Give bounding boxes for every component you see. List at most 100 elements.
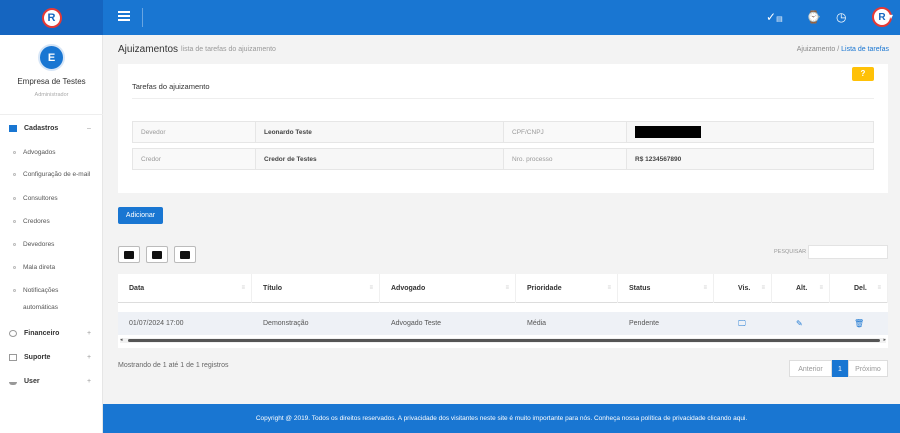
info-label: CPF/CNPJ [503, 121, 627, 143]
info-row: Credor Credor de Testes Nro. processo R$… [132, 148, 874, 170]
redaction-block [635, 126, 701, 138]
sidebar-subitem-mala-direta[interactable]: Mala direta [13, 264, 55, 271]
user-role: Administrador [34, 92, 69, 98]
task-info-card: Tarefas do ajuizamento ? Devedor Leonard… [118, 64, 888, 193]
logo-area[interactable]: R [0, 0, 103, 35]
divider [132, 98, 874, 99]
card-title: Tarefas do ajuizamento [132, 82, 210, 91]
sort-icon: ≡ [761, 285, 765, 291]
horizontal-scrollbar[interactable]: ◂ ▸ [120, 337, 886, 343]
column-header[interactable]: Data ≡ [118, 274, 252, 303]
column-header[interactable]: Prioridade ≡ [516, 274, 618, 303]
info-value: Credor de Testes [255, 148, 504, 170]
cell-title: Demonstração [263, 320, 309, 327]
breadcrumb: Ajuizamento / Lista de tarefas [797, 46, 889, 53]
info-table: Devedor Leonardo Teste CPF/CNPJ Credor C… [132, 121, 874, 170]
trash-icon[interactable]: 🗑 [843, 312, 864, 335]
print-icon [124, 250, 134, 259]
top-navbar: R ✓▤ ⌚ ◷ R ▾ [0, 0, 900, 35]
scrollbar-thumb[interactable] [128, 339, 880, 342]
cell-priority: Média [527, 320, 547, 327]
pdf-button[interactable] [174, 246, 196, 263]
submenu-label: Notificações [23, 287, 59, 294]
sort-icon: ≡ [877, 285, 881, 291]
sidebar-item-financeiro[interactable]: Financeiro + [9, 330, 91, 337]
column-header[interactable]: Del. ≡ [830, 274, 888, 303]
sidebar-item-cadastros[interactable]: Cadastros – [9, 125, 91, 132]
breadcrumb-separator: / [837, 46, 840, 53]
sidebar-subitem-advogados[interactable]: Advogados [13, 149, 56, 156]
bullet-icon [13, 172, 16, 176]
scroll-right-icon: ▸ [883, 337, 886, 343]
expand-icon: + [87, 330, 92, 337]
page-header: Ajuizamentos lista de tarefas do ajuizam… [103, 35, 900, 63]
tasks-table: Data ≡ Título ≡ Advogado ≡ Prioridade ≡ Stat… [118, 274, 888, 348]
submenu-label: Devedores [23, 241, 55, 248]
sidebar-subitem-consultores[interactable]: Consultores [13, 195, 58, 202]
footer[interactable]: Copyright @ 2019. Todos os direitos rese… [103, 404, 900, 433]
column-header[interactable]: Vis. ≡ [714, 274, 772, 303]
money-icon [9, 330, 17, 337]
submenu-label: Advogados [23, 149, 56, 156]
bullet-icon [13, 219, 16, 223]
help-button[interactable]: ? [852, 67, 874, 81]
submenu-label: automáticas [23, 304, 59, 311]
breadcrumb-link[interactable]: Ajuizamento [797, 46, 836, 53]
chevron-down-icon[interactable]: ▾ [889, 12, 893, 21]
info-row: Devedor Leonardo Teste CPF/CNPJ [132, 121, 874, 143]
info-value-redacted [626, 121, 874, 143]
sort-icon: ≡ [369, 285, 373, 291]
bullet-icon [13, 150, 16, 154]
pagination-previous[interactable]: Anterior [789, 360, 832, 377]
view-icon[interactable]: 🖵 [727, 312, 746, 335]
search-label: PESQUISAR [774, 249, 807, 255]
sidebar-subitem-devedores[interactable]: Devedores [13, 241, 54, 248]
column-header[interactable]: Alt. ≡ [772, 274, 830, 303]
sidebar-subitem-notificacoes-line2[interactable]: automáticas [23, 304, 58, 311]
clock-icon[interactable]: ◷ [836, 10, 846, 24]
watch-icon[interactable]: ⌚ [806, 10, 821, 24]
column-header[interactable]: Status ≡ [618, 274, 714, 303]
export-button[interactable] [146, 246, 168, 263]
pagination-next[interactable]: Próximo [848, 360, 888, 377]
expand-icon: + [87, 378, 92, 385]
sidebar-subitem-config-email[interactable]: Configuração de e-mail [13, 171, 90, 178]
sort-icon: ≡ [703, 285, 707, 291]
sidebar-item-suporte[interactable]: Suporte + [9, 354, 91, 361]
sort-icon: ≡ [505, 285, 509, 291]
sidebar-item-label: Financeiro [24, 330, 60, 337]
sidebar-subitem-notificacoes[interactable]: Notificações [13, 287, 58, 294]
table-header: Data ≡ Título ≡ Advogado ≡ Prioridade ≡ Stat… [118, 274, 888, 303]
divider [142, 8, 143, 27]
column-header[interactable]: Advogado ≡ [380, 274, 516, 303]
company-name: Empresa de Testes [17, 77, 86, 86]
info-value: R$ 1234567890 [626, 148, 874, 170]
table-row: 01/07/2024 17:00 Demonstração Advogado T… [118, 312, 888, 335]
add-button[interactable]: Adicionar [118, 207, 163, 224]
bullet-icon [13, 288, 16, 292]
search-input[interactable] [808, 245, 888, 259]
app-logo: R [41, 7, 62, 28]
check-flag-icon[interactable]: ✓▤ [766, 10, 783, 27]
expand-icon: + [87, 354, 92, 361]
sidebar-item-user[interactable]: User + [9, 378, 91, 385]
edit-icon[interactable]: ✎ [785, 312, 803, 335]
page-subtitle: lista de tarefas do ajuizamento [181, 46, 276, 53]
submenu-label: Configuração de e-mail [23, 171, 91, 178]
print-button[interactable] [118, 246, 140, 263]
cell-lawyer: Advogado Teste [391, 320, 442, 327]
submenu-label: Mala direta [23, 264, 56, 271]
sort-icon: ≡ [241, 285, 245, 291]
scroll-left-icon: ◂ [120, 337, 123, 343]
download-icon [152, 250, 162, 259]
sidebar-subitem-credores[interactable]: Credores [13, 218, 50, 225]
folder-icon [9, 125, 17, 132]
submenu-label: Credores [23, 218, 50, 225]
info-label: Devedor [132, 121, 256, 143]
bullet-icon [13, 196, 16, 200]
table-info: Mostrando de 1 até 1 de 1 registros [118, 362, 229, 369]
menu-toggle-icon[interactable] [118, 11, 130, 23]
column-header[interactable]: Título ≡ [252, 274, 380, 303]
pagination-page[interactable]: 1 [832, 360, 848, 377]
bullet-icon [13, 242, 16, 246]
